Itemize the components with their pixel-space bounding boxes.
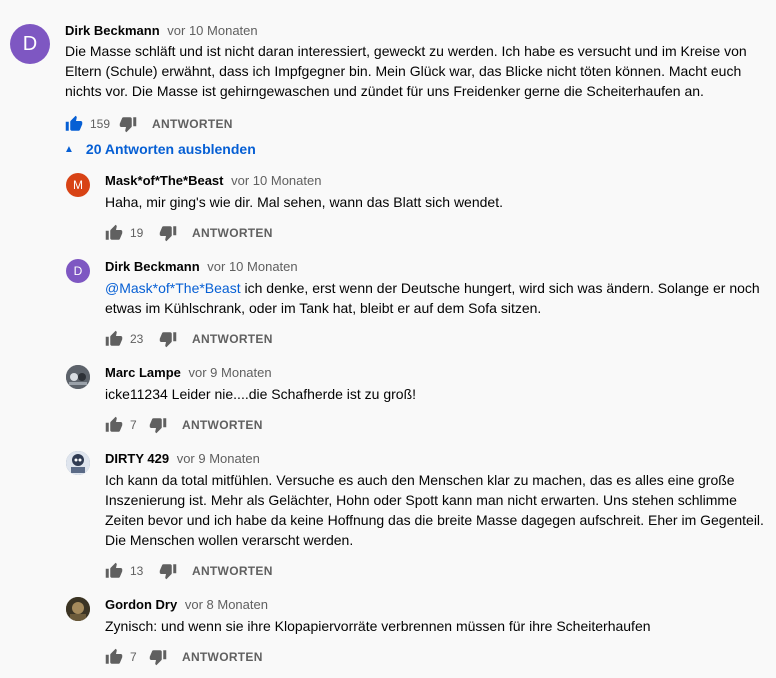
comment-header: Marc Lampe vor 9 Monaten bbox=[105, 365, 272, 380]
author-name[interactable]: Dirk Beckmann bbox=[105, 259, 200, 274]
comment-text: @Mask*of*The*Beast ich denke, erst wenn … bbox=[105, 278, 765, 318]
timestamp[interactable]: vor 9 Monaten bbox=[189, 365, 272, 380]
comment-text: Zynisch: und wenn sie ihre Klopapiervorr… bbox=[105, 616, 765, 636]
reply-button[interactable]: ANTWORTEN bbox=[182, 650, 263, 664]
author-name[interactable]: Dirk Beckmann bbox=[65, 23, 160, 38]
hide-replies-label: 20 Antworten ausblenden bbox=[85, 141, 256, 157]
timestamp[interactable]: vor 10 Monaten bbox=[231, 173, 321, 188]
comment-text: Die Masse schläft und ist nicht daran in… bbox=[65, 41, 765, 101]
comment-line: Eltern (Schule) erwähnt, dass ich Impfge… bbox=[65, 63, 742, 79]
author-name[interactable]: Mask*of*The*Beast bbox=[105, 173, 224, 188]
dislike-button[interactable] bbox=[148, 647, 168, 667]
thumbs-up-icon bbox=[105, 648, 123, 664]
hide-replies-button[interactable]: ▲ 20 Antworten ausblenden bbox=[64, 141, 256, 157]
like-count: 13 bbox=[130, 564, 144, 578]
comment-actions: 13 ANTWORTEN bbox=[104, 561, 273, 581]
reply-button[interactable]: ANTWORTEN bbox=[192, 564, 273, 578]
like-button[interactable] bbox=[104, 223, 124, 243]
comment-text: icke11234 Leider nie....die Schafherde i… bbox=[105, 384, 765, 404]
avatar-image bbox=[66, 597, 90, 621]
comment-actions: 23 ANTWORTEN bbox=[104, 329, 273, 349]
like-button[interactable] bbox=[104, 647, 124, 667]
comment-header: Dirk Beckmann vor 10 Monaten bbox=[105, 259, 298, 274]
reply-button[interactable]: ANTWORTEN bbox=[182, 418, 263, 432]
like-count: 23 bbox=[130, 332, 144, 346]
dislike-button[interactable] bbox=[158, 223, 178, 243]
like-count: 7 bbox=[130, 650, 137, 664]
like-count: 159 bbox=[90, 117, 111, 131]
timestamp[interactable]: vor 10 Monaten bbox=[167, 23, 257, 38]
like-count: 7 bbox=[130, 418, 137, 432]
comment-line: Inszenierung ist. Mehr als Gelächter, Ho… bbox=[105, 492, 737, 508]
comment-text: Haha, mir ging's wie dir. Mal sehen, wan… bbox=[105, 192, 765, 212]
comment-line: Die Menschen wollen verarscht werden. bbox=[105, 532, 354, 548]
avatar[interactable]: M bbox=[66, 173, 90, 197]
avatar-image bbox=[66, 451, 90, 475]
avatar-letter: M bbox=[73, 178, 83, 192]
reply-button[interactable]: ANTWORTEN bbox=[192, 226, 273, 240]
timestamp[interactable]: vor 8 Monaten bbox=[185, 597, 268, 612]
dislike-button[interactable] bbox=[158, 329, 178, 349]
author-name[interactable]: Gordon Dry bbox=[105, 597, 177, 612]
comment-text: Ich kann da total mitfühlen. Versuche es… bbox=[105, 470, 765, 550]
author-name[interactable]: Marc Lampe bbox=[105, 365, 181, 380]
comment-actions: 19 ANTWORTEN bbox=[104, 223, 273, 243]
thumbs-down-icon bbox=[149, 650, 167, 666]
avatar[interactable] bbox=[66, 597, 90, 621]
reply-button[interactable]: ANTWORTEN bbox=[152, 117, 233, 131]
thumbs-down-icon bbox=[159, 564, 177, 580]
reply-button[interactable]: ANTWORTEN bbox=[192, 332, 273, 346]
chevron-up-icon: ▲ bbox=[64, 143, 74, 155]
dislike-button[interactable] bbox=[158, 561, 178, 581]
comment-line: Die Masse schläft und ist nicht daran in… bbox=[65, 43, 747, 59]
dislike-button[interactable] bbox=[118, 114, 138, 134]
comment-line: icke11234 Leider nie....die Schafherde i… bbox=[105, 386, 417, 402]
comment-header: Dirk Beckmann vor 10 Monaten bbox=[65, 23, 258, 38]
thumbs-up-icon bbox=[105, 224, 123, 240]
thumbs-down-icon bbox=[149, 418, 167, 434]
comment-line: Zeiten bevor und ich habe da keine Hoffn… bbox=[105, 512, 764, 528]
thumbs-up-icon bbox=[65, 115, 83, 131]
like-button[interactable] bbox=[64, 114, 84, 134]
avatar[interactable] bbox=[66, 451, 90, 475]
mention-link[interactable]: @Mask*of*The*Beast bbox=[105, 280, 241, 296]
comment-line: nichts vor. Die Masse ist gehirngewasche… bbox=[65, 83, 704, 99]
comment-header: DIRTY 429 vor 9 Monaten bbox=[105, 451, 260, 466]
comment-header: Mask*of*The*Beast vor 10 Monaten bbox=[105, 173, 321, 188]
avatar-image bbox=[66, 365, 90, 389]
avatar[interactable]: D bbox=[66, 259, 90, 283]
timestamp[interactable]: vor 10 Monaten bbox=[207, 259, 297, 274]
comment-line: Ich kann da total mitfühlen. Versuche es… bbox=[105, 472, 735, 488]
comment-line: Haha, mir ging's wie dir. Mal sehen, wan… bbox=[105, 194, 503, 210]
dislike-button[interactable] bbox=[148, 415, 168, 435]
like-button[interactable] bbox=[104, 415, 124, 435]
comment-line: Zynisch: und wenn sie ihre Klopapiervorr… bbox=[105, 618, 651, 634]
thumbs-down-icon bbox=[119, 117, 137, 133]
thumbs-down-icon bbox=[159, 332, 177, 348]
comment-header: Gordon Dry vor 8 Monaten bbox=[105, 597, 268, 612]
thumbs-up-icon bbox=[105, 562, 123, 578]
comment-actions: 7 ANTWORTEN bbox=[104, 647, 263, 667]
comment-line: ich denke, erst wenn der Deutsche hunger… bbox=[240, 280, 760, 296]
avatar-letter: D bbox=[22, 32, 38, 55]
comment-line: etwas im Kühlschrank, oder im Tank hat, … bbox=[105, 300, 542, 316]
thumbs-up-icon bbox=[105, 330, 123, 346]
comment-actions: 159 ANTWORTEN bbox=[64, 114, 233, 134]
avatar[interactable]: D bbox=[10, 24, 50, 64]
like-button[interactable] bbox=[104, 561, 124, 581]
comment-actions: 7 ANTWORTEN bbox=[104, 415, 263, 435]
author-name[interactable]: DIRTY 429 bbox=[105, 451, 169, 466]
timestamp[interactable]: vor 9 Monaten bbox=[177, 451, 260, 466]
like-button[interactable] bbox=[104, 329, 124, 349]
avatar[interactable] bbox=[66, 365, 90, 389]
avatar-letter: D bbox=[73, 264, 83, 278]
thumbs-up-icon bbox=[105, 416, 123, 432]
thumbs-down-icon bbox=[159, 226, 177, 242]
like-count: 19 bbox=[130, 226, 144, 240]
